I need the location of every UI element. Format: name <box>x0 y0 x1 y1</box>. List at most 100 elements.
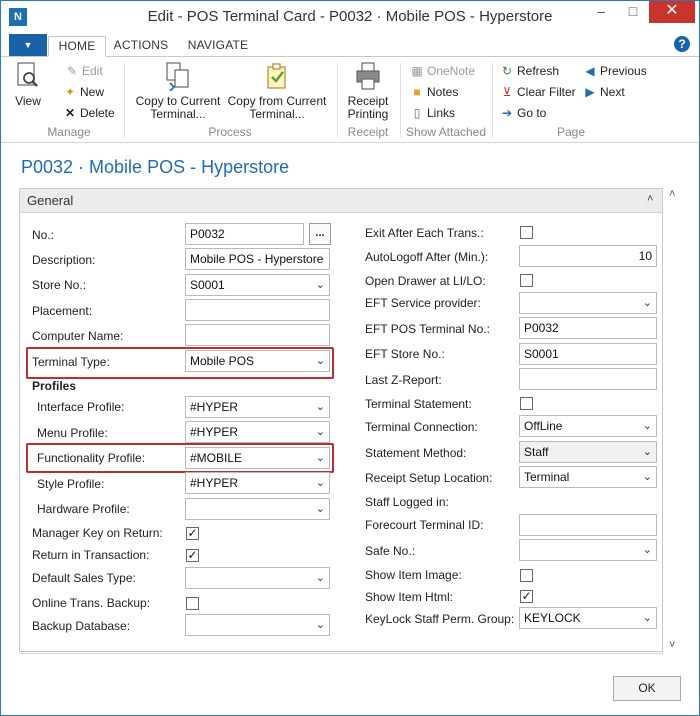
show-item-image-label: Show Item Image: <box>365 568 462 582</box>
autologoff-input[interactable]: 10 <box>519 245 657 267</box>
manager-key-label: Manager Key on Return: <box>32 526 163 540</box>
copy-to-current-terminal-button[interactable]: Copy to Current Terminal... <box>131 61 225 121</box>
backup-database-label: Backup Database: <box>32 619 131 633</box>
new-button[interactable]: ✦ New <box>63 83 104 101</box>
maximize-button[interactable]: □ <box>618 1 648 23</box>
online-trans-backup-checkbox[interactable] <box>186 597 199 610</box>
clear-filter-button[interactable]: ⊻ Clear Filter <box>500 83 576 101</box>
view-label: View <box>15 94 41 108</box>
staff-logged-in-label: Staff Logged in: <box>365 495 449 509</box>
application-menu-button[interactable]: ▼ <box>9 34 47 56</box>
return-in-transaction-checkbox[interactable]: ✓ <box>186 549 199 562</box>
show-item-html-checkbox[interactable]: ✓ <box>520 590 533 603</box>
style-profile-select[interactable]: #HYPER ⌄ <box>185 472 330 494</box>
eft-store-no-label: EFT Store No.: <box>365 347 445 361</box>
description-input[interactable]: Mobile POS - Hyperstore <box>185 248 330 270</box>
copy-to-label-line2: Terminal... <box>150 107 206 121</box>
refresh-button[interactable]: ↻ Refresh <box>500 62 559 80</box>
interface-profile-select[interactable]: #HYPER ⌄ <box>185 396 330 418</box>
view-icon <box>17 62 38 87</box>
terminal-type-select[interactable]: Mobile POS ⌄ <box>185 350 330 372</box>
default-sales-type-select[interactable]: ⌄ <box>185 567 330 589</box>
footer-divider <box>19 653 663 654</box>
functionality-profile-label: Functionality Profile: <box>37 451 146 465</box>
keylock-group-select[interactable]: KEYLOCK ⌄ <box>519 607 657 629</box>
go-to-arrow-icon: ➔ <box>501 106 513 120</box>
hardware-profile-select[interactable]: ⌄ <box>185 498 330 520</box>
next-button[interactable]: ▶ Next <box>583 83 625 101</box>
open-drawer-checkbox[interactable] <box>520 274 533 287</box>
next-label: Next <box>600 85 625 99</box>
store-no-select[interactable]: S0001 ⌄ <box>185 274 330 296</box>
general-fasttab: General ˄ No.: P0032 ... Description: Mo… <box>19 188 663 652</box>
menu-profile-select[interactable]: #HYPER ⌄ <box>185 421 330 443</box>
store-no-label: Store No.: <box>32 278 87 292</box>
safe-no-select[interactable]: ⌄ <box>519 539 657 561</box>
fasttab-header[interactable]: General ˄ <box>20 189 662 213</box>
previous-button[interactable]: ◀ Previous <box>583 62 646 80</box>
copy-from-current-terminal-button[interactable]: Copy from Current Terminal... <box>226 61 328 121</box>
delete-button[interactable]: ✕ Delete <box>63 104 115 122</box>
chevron-down-icon: ⌄ <box>315 355 325 367</box>
receipt-setup-location-select[interactable]: Terminal ⌄ <box>519 466 657 488</box>
receipt-printing-button[interactable]: Receipt Printing <box>342 61 394 121</box>
help-icon[interactable]: ? <box>674 36 690 52</box>
chevron-down-icon: ⌄ <box>315 279 325 291</box>
forecourt-terminal-id-input[interactable] <box>519 514 657 536</box>
links-button[interactable]: ▯ Links <box>410 104 455 122</box>
terminal-statement-checkbox[interactable] <box>520 397 533 410</box>
tab-actions[interactable]: ACTIONS <box>113 36 169 57</box>
onenote-label: OneNote <box>427 64 476 78</box>
group-label-process: Process <box>208 125 252 139</box>
chevron-down-icon: ⌄ <box>315 503 325 515</box>
title-bar: N Edit - POS Terminal Card - P0032 · Mob… <box>1 1 699 33</box>
eft-pos-terminal-no-input[interactable]: P0032 <box>519 317 657 339</box>
exit-after-each-checkbox[interactable] <box>520 226 533 239</box>
go-to-button[interactable]: ➔ Go to <box>500 104 546 122</box>
group-label-receipt: Receipt <box>347 125 389 139</box>
functionality-profile-select[interactable]: #MOBILE ⌄ <box>185 447 330 469</box>
placement-input[interactable] <box>185 299 330 321</box>
notes-button[interactable]: ■ Notes <box>410 83 458 101</box>
eft-store-no-input[interactable]: S0001 <box>519 343 657 365</box>
collapse-icon[interactable]: ˄ <box>647 193 653 205</box>
no-lookup-button[interactable]: ... <box>309 223 331 245</box>
tab-navigate[interactable]: NAVIGATE <box>183 36 253 57</box>
onenote-button[interactable]: ▦ OneNote <box>410 62 475 80</box>
tab-home[interactable]: HOME <box>48 36 106 57</box>
eft-pos-terminal-no-label: EFT POS Terminal No.: <box>365 322 490 336</box>
close-button[interactable]: ✕ <box>649 1 695 23</box>
terminal-connection-label: Terminal Connection: <box>365 420 478 434</box>
style-profile-label: Style Profile: <box>37 477 105 491</box>
safe-no-label: Safe No.: <box>365 544 416 558</box>
scroll-up-icon[interactable]: ˄ <box>669 188 675 200</box>
chevron-down-icon: ⌄ <box>642 297 652 309</box>
notes-label: Notes <box>427 85 459 99</box>
edit-button[interactable]: ✎ Edit <box>65 62 103 80</box>
edit-label: Edit <box>82 64 103 78</box>
profiles-heading: Profiles <box>32 379 77 393</box>
chevron-down-icon: ⌄ <box>642 446 652 458</box>
statement-method-value: Staff <box>524 445 549 459</box>
vertical-scrollbar[interactable] <box>665 188 683 652</box>
show-item-image-checkbox[interactable] <box>520 569 533 582</box>
group-separator <box>124 63 125 137</box>
scroll-down-icon[interactable]: ˅ <box>669 639 675 651</box>
minimize-button[interactable]: – <box>586 1 616 23</box>
eft-service-provider-select[interactable]: ⌄ <box>519 292 657 314</box>
ok-button[interactable]: OK <box>613 676 681 701</box>
computer-name-input[interactable] <box>185 324 330 346</box>
terminal-connection-select[interactable]: OffLine ⌄ <box>519 415 657 437</box>
no-input[interactable]: P0032 <box>185 223 304 245</box>
open-drawer-label: Open Drawer at LI/LO: <box>365 274 486 288</box>
last-z-report-input[interactable] <box>519 368 657 390</box>
manager-key-checkbox[interactable]: ✓ <box>186 527 199 540</box>
group-label-show-attached: Show Attached <box>405 125 487 139</box>
functionality-profile-value: #MOBILE <box>190 451 243 465</box>
interface-profile-value: #HYPER <box>190 400 239 414</box>
backup-database-select[interactable]: ⌄ <box>185 614 330 636</box>
chevron-down-icon: ⌄ <box>642 612 652 624</box>
statement-method-select[interactable]: Staff ⌄ <box>519 441 657 463</box>
delete-label: Delete <box>80 106 115 120</box>
view-button[interactable]: View <box>11 61 45 108</box>
